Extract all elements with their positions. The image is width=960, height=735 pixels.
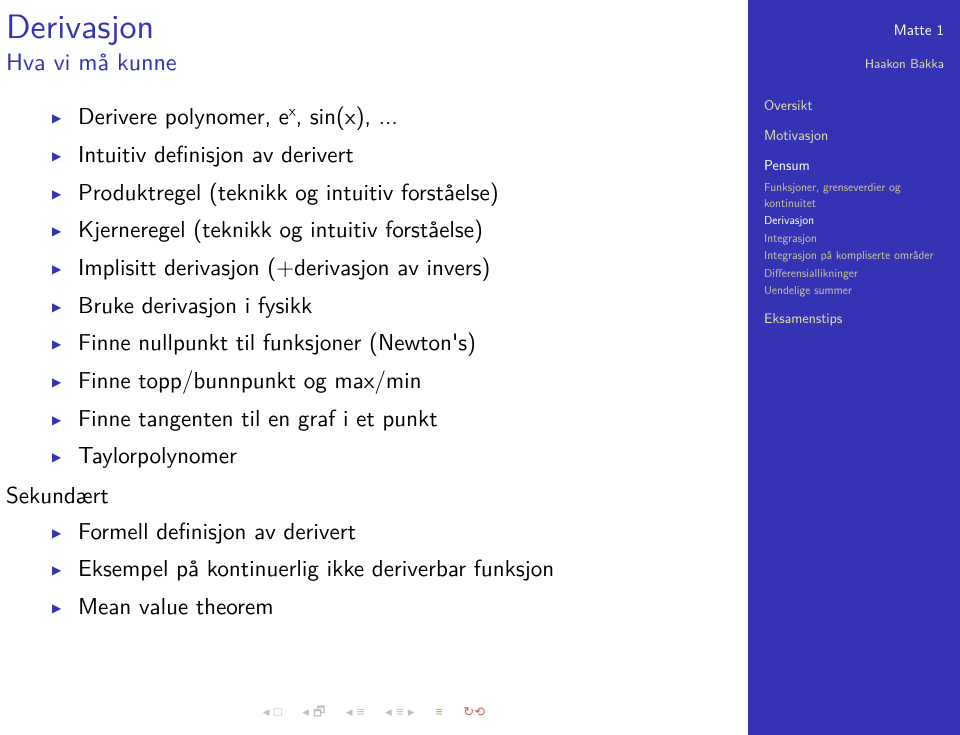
list-item: Eksempel på kontinuerlig ikke deriverbar… xyxy=(78,550,748,586)
nav-fwd-subsection-icon[interactable]: ◂ ≡ ▸ xyxy=(385,702,414,721)
list-item: Kjerneregel (teknikk og intuitiv forståe… xyxy=(78,211,748,247)
main-column: Derivasjon Hva vi må kunne Derivere poly… xyxy=(0,0,748,735)
slide-root: Derivasjon Hva vi må kunne Derivere poly… xyxy=(0,0,960,735)
secondary-list-container: Formell definisjon av derivert Eksempel … xyxy=(0,513,748,624)
secondary-list: Formell definisjon av derivert Eksempel … xyxy=(78,513,748,624)
primary-list: Derivere polynomer, ex, sin(x), ... Intu… xyxy=(78,98,748,472)
slide-subtitle: Hva vi må kunne xyxy=(0,43,748,96)
sidebar-sub-derivasjon[interactable]: Derivasjon xyxy=(764,212,944,228)
beamer-navbar: ◂ □ ◂ 🗗 ◂ ≡ ◂ ≡ ▸ ≡ ↻⟲ xyxy=(0,701,748,725)
sidebar: Matte 1 Haakon Bakka Oversikt Motivasjon… xyxy=(748,0,960,735)
sidebar-section-motivasjon[interactable]: Motivasjon xyxy=(764,125,944,145)
nav-back-subsection-icon[interactable]: ◂ ≡ xyxy=(346,702,364,721)
primary-list-container: Derivere polynomer, ex, sin(x), ... Intu… xyxy=(0,98,748,472)
list-item: Mean value theorem xyxy=(78,588,748,624)
sidebar-course-title: Matte 1 xyxy=(764,18,944,40)
list-item: Formell definisjon av derivert xyxy=(78,513,748,549)
sidebar-section-pensum[interactable]: Pensum xyxy=(764,155,944,175)
sidebar-sub-uendelige-summer[interactable]: Uendelige summer xyxy=(764,282,944,298)
list-item: Implisitt derivasjon (+derivasjon av inv… xyxy=(78,249,748,285)
list-item: Intuitiv definisjon av derivert xyxy=(78,136,748,172)
list-item: Derivere polynomer, ex, sin(x), ... xyxy=(78,98,748,134)
list-item: Finne nullpunkt til funksjoner (Newton's… xyxy=(78,324,748,360)
sidebar-sub-integrasjon[interactable]: Integrasjon xyxy=(764,230,944,246)
sidebar-sub-difflikninger[interactable]: Differensiallikninger xyxy=(764,265,944,281)
sidebar-author: Haakon Bakka xyxy=(764,54,944,73)
list-item: Finne topp/bunnpunkt og max/min xyxy=(78,362,748,398)
sidebar-section-eksamenstips[interactable]: Eksamenstips xyxy=(764,308,944,328)
nav-circ-icon[interactable]: ↻⟲ xyxy=(463,702,485,721)
slide-title: Derivasjon xyxy=(0,0,748,43)
list-item: Finne tangenten til en graf i et punkt xyxy=(78,400,748,436)
nav-outline-icon[interactable]: ≡ xyxy=(435,702,443,721)
nav-prev-icon[interactable]: ◂ 🗗 xyxy=(302,702,325,725)
sidebar-sub-integrasjon-komplisert[interactable]: Integrasjon på kompliserte områder xyxy=(764,247,944,263)
sidebar-section-oversikt[interactable]: Oversikt xyxy=(764,95,944,115)
list-item: Produktregel (teknikk og intuitiv forstå… xyxy=(78,174,748,210)
list-item: Taylorpolynomer xyxy=(78,437,748,473)
sidebar-subsection-list: Funksjoner, grenseverdier og kontinuitet… xyxy=(764,179,944,298)
secondary-label: Sekundært xyxy=(0,477,748,511)
list-item: Bruke derivasjon i fysikk xyxy=(78,287,748,323)
nav-first-icon[interactable]: ◂ □ xyxy=(263,702,282,721)
sidebar-sub-funksjoner[interactable]: Funksjoner, grenseverdier og kontinuitet xyxy=(764,179,944,210)
